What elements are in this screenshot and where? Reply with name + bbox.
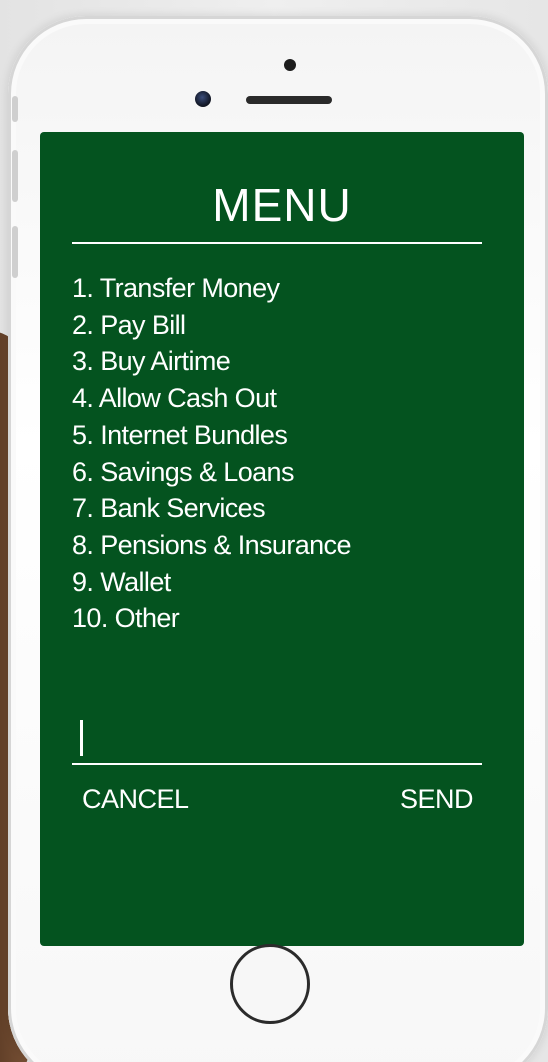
- speaker-grille-icon: [246, 96, 332, 104]
- proximity-sensor-icon: [284, 59, 296, 71]
- menu-item-savings-loans[interactable]: 6. Savings & Loans: [72, 454, 351, 491]
- device-frame: MENU 1. Transfer Money 2. Pay Bill 3. Bu…: [0, 0, 548, 1062]
- menu-item-internet-bundles[interactable]: 5. Internet Bundles: [72, 417, 351, 454]
- menu-item-allow-cash-out[interactable]: 4. Allow Cash Out: [72, 380, 351, 417]
- menu-item-pay-bill[interactable]: 2. Pay Bill: [72, 307, 351, 344]
- menu-item-wallet[interactable]: 9. Wallet: [72, 564, 351, 601]
- title-divider: [72, 242, 482, 244]
- menu-item-buy-airtime[interactable]: 3. Buy Airtime: [72, 343, 351, 380]
- camera-icon: [195, 91, 211, 107]
- volume-up-button: [12, 150, 18, 202]
- send-button[interactable]: SEND: [400, 782, 474, 816]
- silent-switch: [12, 96, 18, 122]
- input-underline: [72, 763, 482, 765]
- menu-item-transfer-money[interactable]: 1. Transfer Money: [72, 270, 351, 307]
- ussd-screen: MENU 1. Transfer Money 2. Pay Bill 3. Bu…: [40, 132, 524, 946]
- volume-down-button: [12, 226, 18, 278]
- menu-item-bank-services[interactable]: 7. Bank Services: [72, 490, 351, 527]
- menu-item-pensions-insurance[interactable]: 8. Pensions & Insurance: [72, 527, 351, 564]
- text-cursor: [80, 720, 83, 756]
- home-button-icon[interactable]: [230, 944, 310, 1024]
- menu-item-other[interactable]: 10. Other: [72, 600, 351, 637]
- menu-choice-input[interactable]: [72, 712, 482, 760]
- page-title: MENU: [212, 179, 352, 231]
- cancel-button[interactable]: CANCEL: [82, 782, 189, 816]
- menu-list: 1. Transfer Money 2. Pay Bill 3. Buy Air…: [72, 270, 351, 637]
